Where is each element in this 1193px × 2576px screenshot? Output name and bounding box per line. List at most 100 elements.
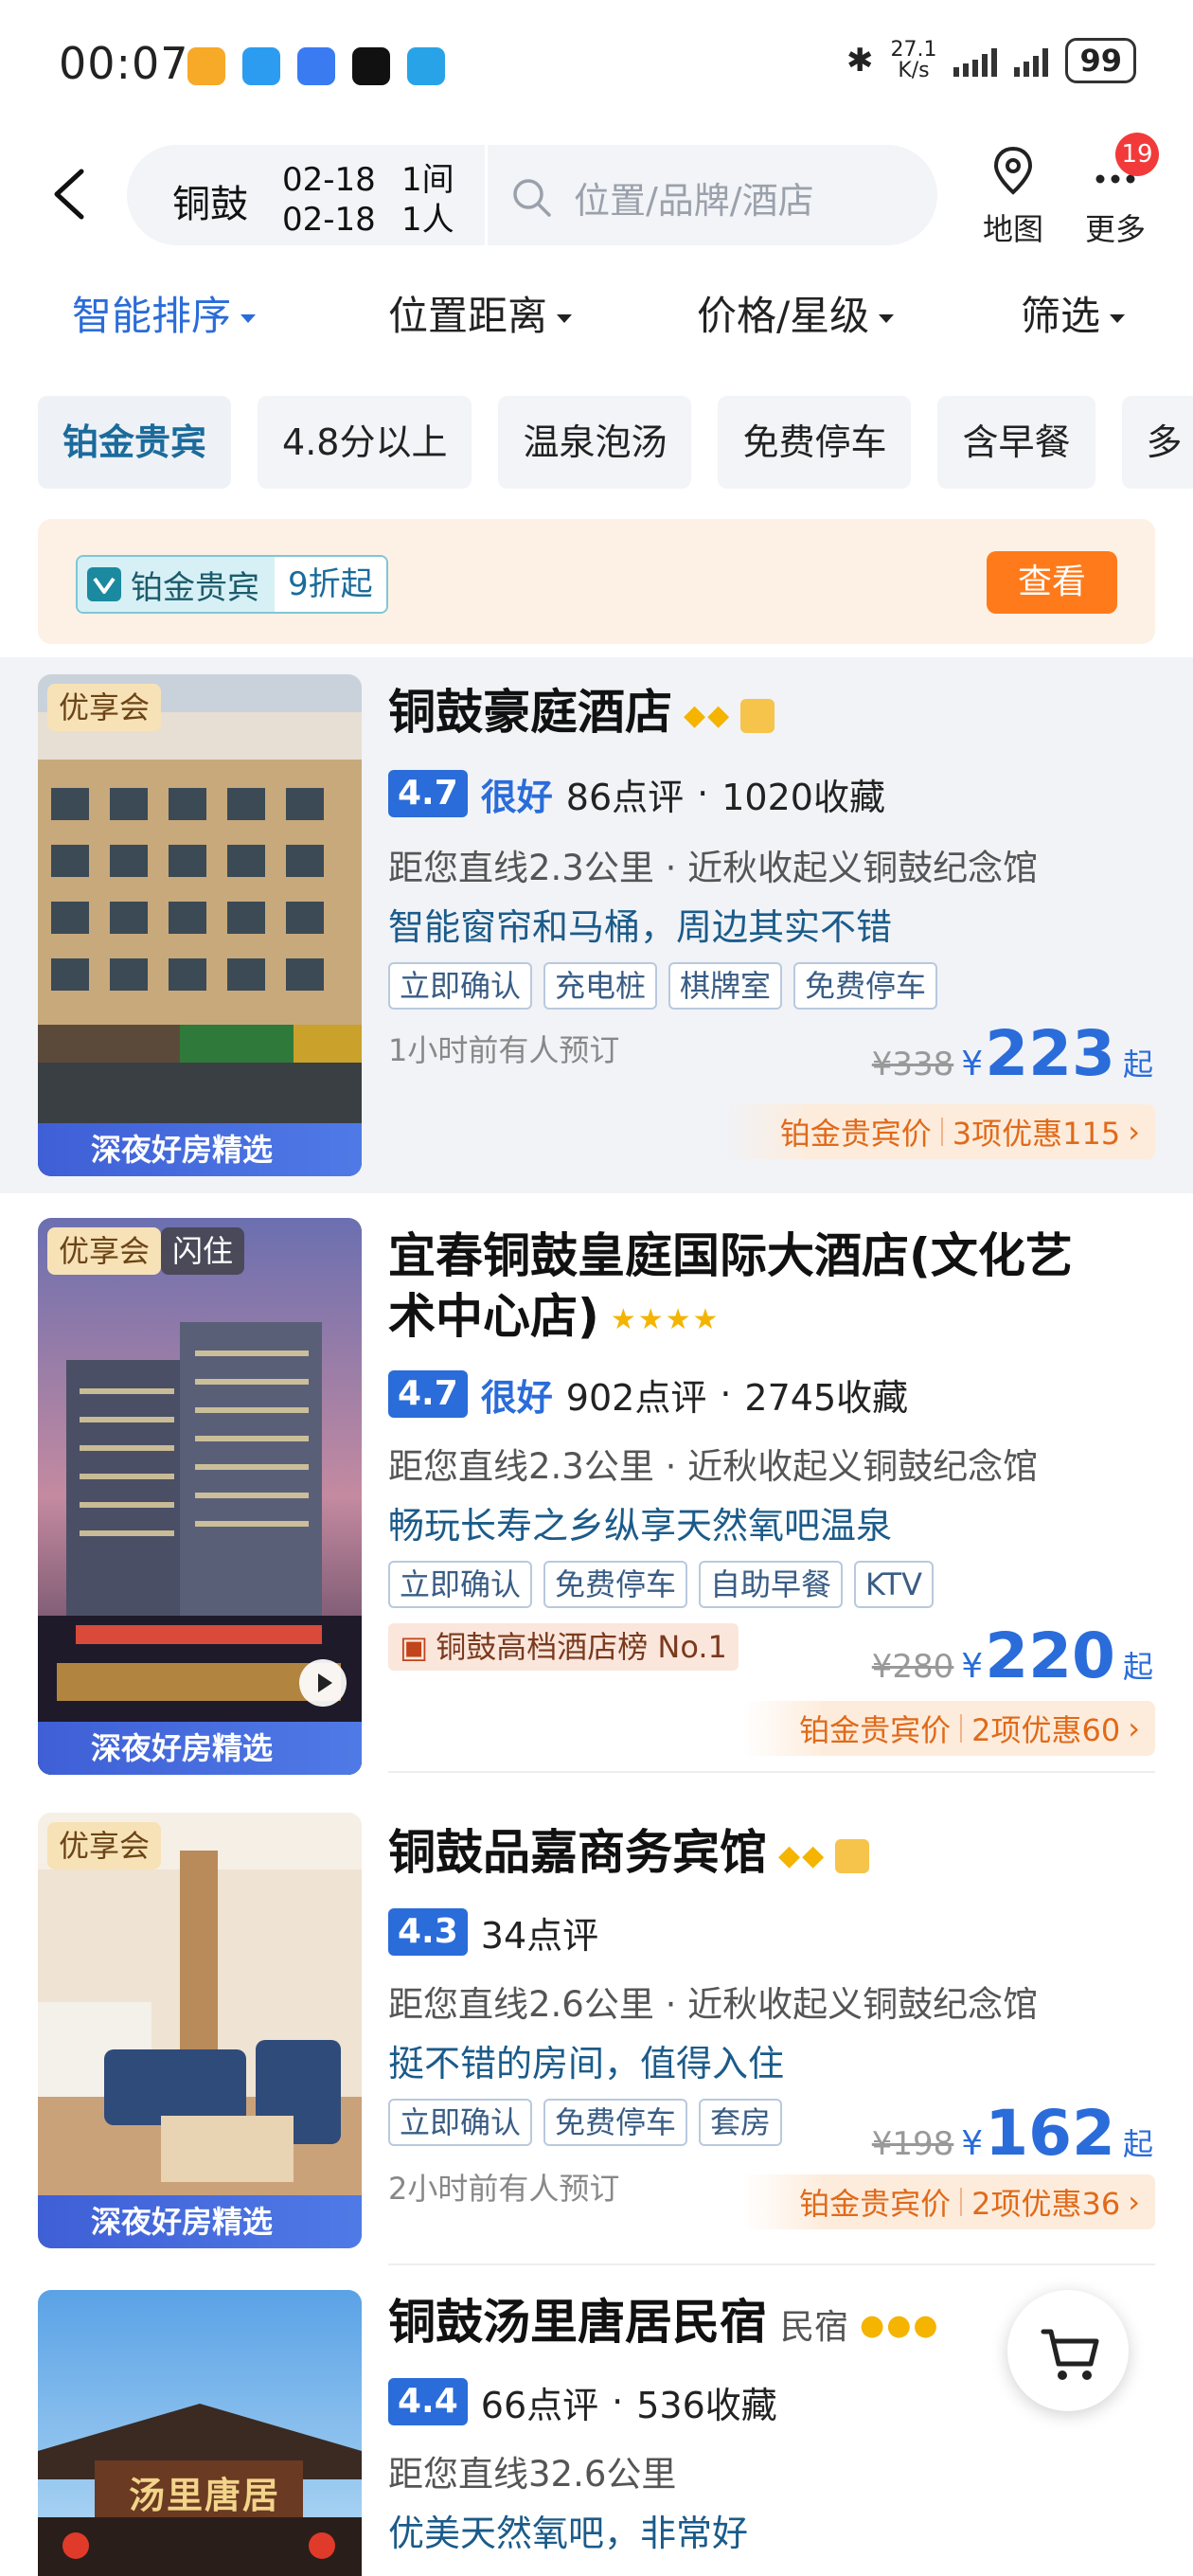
tag-list: 立即确认 充电桩 棋牌室 免费停车 [388, 962, 938, 1010]
battery-indicator: 99 [1065, 38, 1136, 83]
room-guest-selector[interactable]: 1间 1人 [401, 160, 454, 240]
hotel-card[interactable]: 优享会 深夜好房精选 铜鼓豪庭酒店 ◆◆ 4.7 很好 86点评 · 1020收藏… [0, 657, 1193, 1193]
highlight-text: 畅玩长寿之乡纵享天然氧吧温泉 [388, 1505, 893, 1547]
photo-tag: 闪住 [161, 1227, 245, 1275]
tag: 充电桩 [543, 962, 658, 1010]
back-arrow-icon[interactable] [45, 166, 93, 223]
cart-button[interactable] [1007, 2290, 1129, 2411]
chip-hot-spring[interactable]: 温泉泡汤 [498, 396, 692, 489]
star-rating-icon: ★★★★ [610, 1302, 721, 1336]
current-price: 162 [985, 2097, 1115, 2170]
score-badge: 4.4 [388, 2378, 468, 2425]
price: ¥338 ¥ 223 起 [871, 1017, 1153, 1090]
tab-filter[interactable]: 筛选 [1021, 284, 1126, 342]
hotel-name: 铜鼓豪庭酒店 ◆◆ [388, 682, 775, 746]
photo-sign-text: 汤里唐居 [129, 2474, 281, 2516]
tag: 立即确认 [388, 2099, 533, 2146]
current-price: 220 [985, 1619, 1115, 1692]
message-app-icon [242, 47, 280, 85]
rating-row: 4.4 66点评 · 536收藏 [388, 2377, 777, 2426]
more-label: 更多 [1084, 211, 1146, 247]
map-label: 地图 [982, 211, 1043, 247]
map-pin-icon [993, 146, 1033, 195]
view-button[interactable]: 查看 [987, 551, 1117, 614]
dropdown-icon [240, 314, 257, 323]
favorite-count: 1020收藏 [721, 776, 885, 818]
hotel-card[interactable]: 优享会 深夜好房精选 铜鼓品嘉商务宾馆 ◆◆ 4.3 34点评 距您直线2.6公里… [0, 1773, 1193, 2265]
search-input[interactable]: 位置/品牌/酒店 [574, 171, 814, 224]
score-badge: 4.3 [388, 1908, 468, 1956]
browser-app-icon [297, 47, 335, 85]
review-count: 86点评 [565, 776, 685, 818]
vip-heart-icon [87, 567, 121, 601]
review-count: 34点评 [480, 1914, 599, 1957]
deal-info[interactable]: 铂金贵宾价 2项优惠60 › [742, 1701, 1155, 1756]
dot-separator: · [697, 773, 709, 814]
chevron-right-icon: › [1128, 1710, 1140, 1746]
map-button[interactable]: 地图 [966, 145, 1060, 249]
tag: 自助早餐 [699, 1561, 844, 1608]
chip-free-parking[interactable]: 免费停车 [718, 396, 912, 489]
price: ¥280 ¥ 220 起 [871, 1619, 1153, 1692]
cart-icon [1041, 2329, 1099, 2380]
review-count: 902点评 [565, 1376, 707, 1419]
chevron-right-icon: › [1128, 2184, 1140, 2220]
tag-list: 立即确认 免费停车 自助早餐 KTV [388, 1561, 934, 1608]
filter-chips: 铂金贵宾 4.8分以上 温泉泡汤 免费停车 含早餐多 [38, 396, 1193, 489]
price: ¥198 ¥ 162 起 [871, 2097, 1153, 2170]
score-label: 很好 [480, 1376, 553, 1419]
chip-rating[interactable]: 4.8分以上 [258, 396, 472, 489]
hotel-photo: 优享会 闪住 深夜好房精选 [38, 1218, 362, 1775]
diamond-rating-icon: ◆◆ [684, 698, 732, 732]
deal-info[interactable]: 铂金贵宾价 3项优惠115 › [722, 1104, 1155, 1159]
clock: 00:07 [59, 38, 189, 89]
favorite-count: 536收藏 [636, 2384, 777, 2426]
hotel-photo: 优享会 深夜好房精选 [38, 674, 362, 1176]
sort-tabs: 智能排序 位置距离 价格/星级 筛选 [0, 284, 1193, 350]
tab-smart-sort[interactable]: 智能排序 [72, 284, 257, 342]
highlight-text: 智能窗帘和马桶，周边其实不错 [388, 906, 893, 948]
chip-platinum-vip[interactable]: 铂金贵宾 [38, 396, 232, 489]
city-selector[interactable]: 铜鼓 [172, 173, 248, 228]
tab-distance[interactable]: 位置距离 [388, 284, 573, 342]
hotel-card[interactable]: 优享会 闪住 深夜好房精选 宜春铜鼓皇庭国际大酒店(文化艺 术中心店) ★★★★ … [0, 1193, 1193, 1775]
vip-badge: 铂金贵宾 9折起 [76, 555, 388, 614]
ranking-icon: ▣ [400, 1629, 429, 1665]
deal-info[interactable]: 铂金贵宾价 2项优惠36 › [742, 2174, 1155, 2229]
tag: 立即确认 [388, 962, 533, 1010]
chip-more[interactable]: 多 [1121, 396, 1193, 489]
thumbs-up-icon [835, 1838, 870, 1873]
dropdown-icon [879, 314, 895, 323]
rating-row: 4.3 34点评 [388, 1907, 598, 1957]
distance-text: 距您直线2.3公里 · 近秋收起义铜鼓纪念馆 [388, 1446, 1039, 1487]
date-selector[interactable]: 02-18 02-18 [282, 160, 376, 240]
recent-booking-text: 2小时前有人预订 [388, 2171, 620, 2207]
chip-breakfast[interactable]: 含早餐 [937, 396, 1095, 489]
member-banner: 铂金贵宾 9折起 查看 [38, 519, 1155, 644]
tiktok-icon [352, 47, 390, 85]
play-video-icon[interactable] [299, 1659, 347, 1707]
photo-banner: 深夜好房精选 [38, 1722, 362, 1775]
rating-row: 4.7 很好 902点评 · 2745收藏 [388, 1369, 908, 1419]
signal-icon [953, 45, 998, 77]
score-label: 很好 [480, 776, 553, 818]
app-notification-icon [187, 47, 225, 85]
hotel-name: 铜鼓汤里唐居民宿 民宿 ●●● [388, 2292, 940, 2358]
hotel-name: 铜鼓品嘉商务宾馆 ◆◆ [388, 1822, 870, 1887]
distance-text: 距您直线2.3公里 · 近秋收起义铜鼓纪念馆 [388, 848, 1039, 888]
dropdown-icon [1110, 314, 1126, 323]
signal-icon-2 [1014, 45, 1049, 77]
dropdown-icon [557, 314, 573, 323]
rating-dots-icon: ●●● [860, 2308, 940, 2342]
hotel-photo: 汤里唐居 [38, 2290, 362, 2576]
tab-price-star[interactable]: 价格/星级 [697, 284, 895, 342]
original-price: ¥198 [871, 2125, 954, 2163]
favorite-count: 2745收藏 [744, 1376, 909, 1419]
ranking-badge[interactable]: ▣ 铜鼓高档酒店榜 No.1 [388, 1623, 739, 1671]
distance-text: 距您直线2.6公里 · 近秋收起义铜鼓纪念馆 [388, 1984, 1039, 2025]
search-bar[interactable]: 铜鼓 02-18 02-18 1间 1人 位置/品牌/酒店 [127, 145, 937, 245]
original-price: ¥280 [871, 1648, 954, 1686]
score-badge: 4.7 [388, 770, 468, 817]
tag: 套房 [699, 2099, 783, 2146]
search-divider [485, 145, 488, 245]
